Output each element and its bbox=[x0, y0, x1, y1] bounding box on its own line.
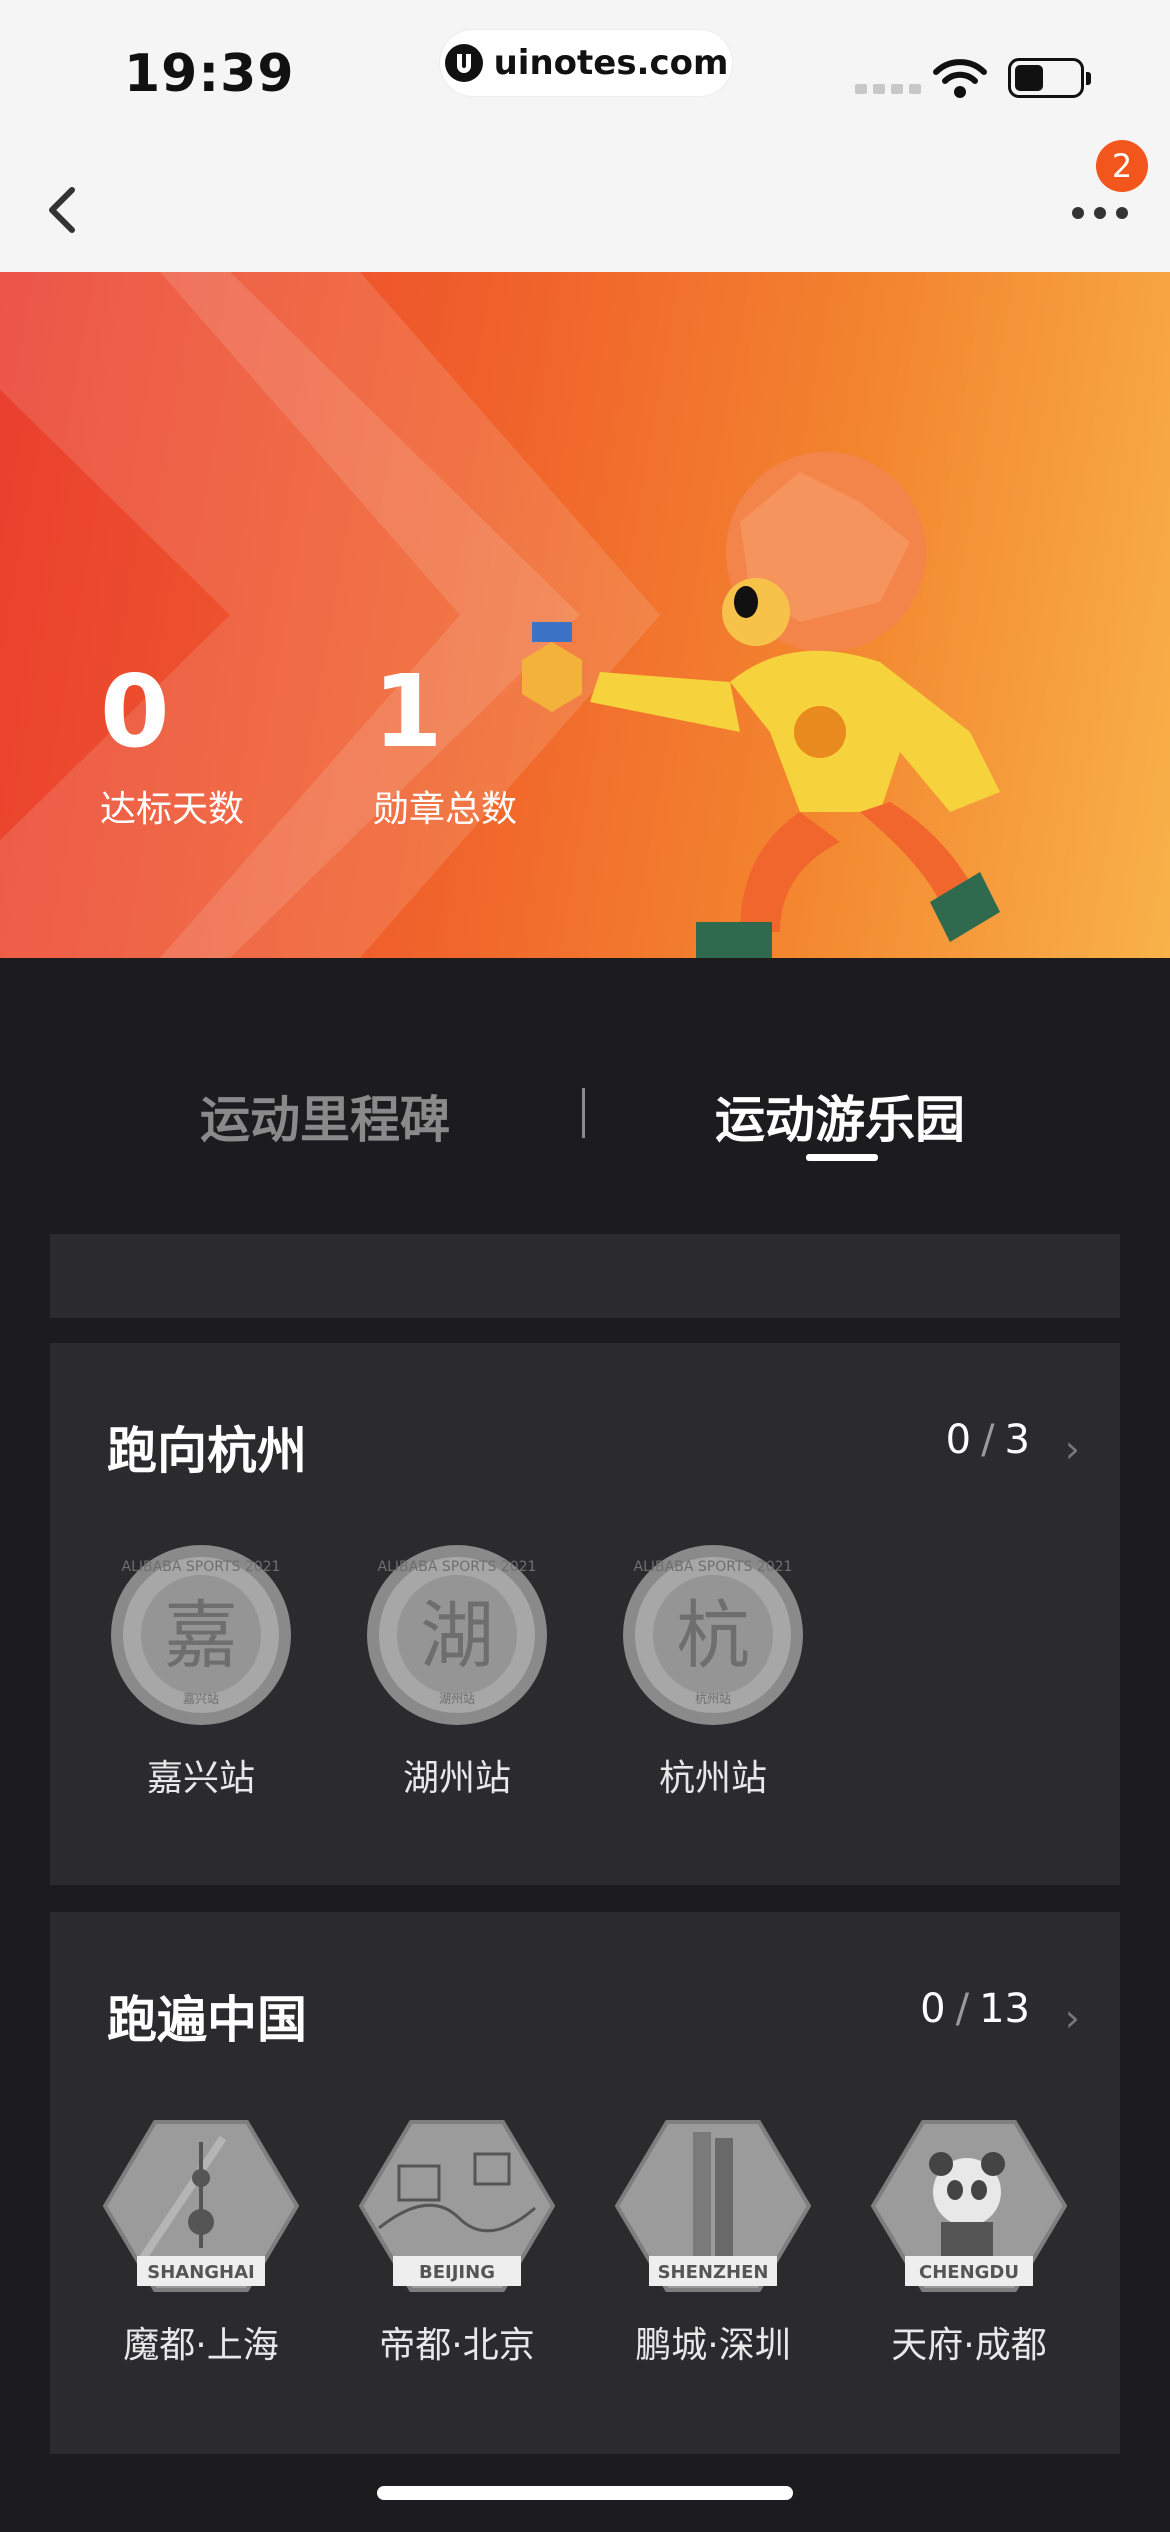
medal-shanghai[interactable]: SHANGHAI 魔都·上海 bbox=[101, 2118, 301, 2368]
city-medal-icon: BEIJING bbox=[358, 2120, 556, 2292]
medal-label: 杭州站 bbox=[658, 1758, 767, 1799]
section-run-to-hangzhou[interactable]: 跑向杭州 0/3 › ALIBABA SPORTS 2021 嘉 嘉兴站 嘉兴站… bbox=[50, 1343, 1120, 1885]
round-medal-icon: ALIBABA SPORTS 2021 嘉 嘉兴站 bbox=[111, 1545, 291, 1725]
active-tab-indicator bbox=[806, 1154, 878, 1161]
svg-text:SHENZHEN: SHENZHEN bbox=[658, 2262, 769, 2283]
svg-text:CHENGDU: CHENGDU bbox=[919, 2262, 1019, 2283]
cellular-signal-icon bbox=[855, 84, 921, 94]
chevron-right-icon[interactable]: › bbox=[1065, 1996, 1080, 2040]
svg-text:ALIBABA SPORTS 2021: ALIBABA SPORTS 2021 bbox=[378, 1559, 537, 1575]
wifi-icon bbox=[933, 59, 987, 98]
dot-icon bbox=[1072, 207, 1084, 219]
medal-huzhou[interactable]: ALIBABA SPORTS 2021 湖 湖州站 湖州站 bbox=[357, 1543, 557, 1801]
svg-text:杭: 杭 bbox=[676, 1593, 750, 1679]
url-pill[interactable]: uinotes.com bbox=[440, 30, 732, 96]
svg-text:BEIJING: BEIJING bbox=[419, 2262, 495, 2283]
round-medal-icon: ALIBABA SPORTS 2021 杭 杭州站 bbox=[623, 1545, 803, 1725]
svg-text:湖: 湖 bbox=[420, 1593, 494, 1679]
mascot-illustration bbox=[522, 452, 1000, 958]
svg-text:嘉: 嘉 bbox=[164, 1593, 238, 1679]
tab-playground[interactable]: 运动游乐园 bbox=[715, 1080, 965, 1152]
section-title: 跑向杭州 bbox=[107, 1422, 307, 1480]
tab-bar: 运动里程碑 运动游乐园 bbox=[0, 1050, 1170, 1161]
back-arrow-icon[interactable] bbox=[36, 180, 96, 240]
city-medal-icon: SHENZHEN bbox=[614, 2120, 812, 2292]
empty-card bbox=[50, 1234, 1120, 1318]
svg-text:SHANGHAI: SHANGHAI bbox=[147, 2262, 255, 2283]
section-progress: 0/3 bbox=[945, 1417, 1030, 1463]
medal-label: 魔都·上海 bbox=[123, 2325, 279, 2366]
round-medal-icon: ALIBABA SPORTS 2021 湖 湖州站 bbox=[367, 1545, 547, 1725]
section-progress: 0/13 bbox=[920, 1986, 1030, 2032]
nav-bar bbox=[0, 140, 1170, 272]
tab-divider bbox=[582, 1088, 585, 1138]
section-run-across-china[interactable]: 跑遍中国 0/13 › SHANGHAI 魔都·上海 BEIJING 帝都·北京 bbox=[50, 1912, 1120, 2454]
more-options-button[interactable] bbox=[1072, 198, 1136, 228]
svg-text:ALIBABA SPORTS 2021: ALIBABA SPORTS 2021 bbox=[122, 1559, 281, 1575]
city-medal-icon: SHANGHAI bbox=[102, 2120, 300, 2292]
stat-qualified-days: 0 达标天数 bbox=[100, 653, 245, 831]
hero-banner: 0 达标天数 1 勋章总数 bbox=[0, 272, 1170, 958]
medal-label: 天府·成都 bbox=[891, 2325, 1047, 2366]
medal-label: 鹏城·深圳 bbox=[635, 2325, 791, 2366]
dot-icon bbox=[1116, 207, 1128, 219]
chevron-right-icon[interactable]: › bbox=[1065, 1427, 1080, 1471]
status-time: 19:39 bbox=[124, 44, 295, 104]
medal-label: 湖州站 bbox=[402, 1758, 511, 1799]
site-logo-icon bbox=[444, 44, 483, 82]
dot-icon bbox=[1094, 207, 1106, 219]
svg-text:ALIBABA SPORTS 2021: ALIBABA SPORTS 2021 bbox=[634, 1559, 793, 1575]
medal-beijing[interactable]: BEIJING 帝都·北京 bbox=[357, 2118, 557, 2368]
status-bar: 19:39 uinotes.com bbox=[0, 0, 1170, 140]
svg-text:杭州站: 杭州站 bbox=[695, 1691, 731, 1706]
medal-shenzhen[interactable]: SHENZHEN 鹏城·深圳 bbox=[613, 2118, 813, 2368]
notification-badge: 2 bbox=[1096, 140, 1148, 192]
medal-jiaxing[interactable]: ALIBABA SPORTS 2021 嘉 嘉兴站 嘉兴站 bbox=[101, 1543, 301, 1801]
medal-hangzhou[interactable]: ALIBABA SPORTS 2021 杭 杭州站 杭州站 bbox=[613, 1543, 813, 1801]
battery-icon bbox=[1008, 58, 1091, 98]
medal-label: 帝都·北京 bbox=[379, 2325, 535, 2366]
svg-text:嘉兴站: 嘉兴站 bbox=[183, 1692, 219, 1706]
home-indicator[interactable] bbox=[377, 2486, 793, 2500]
stat-total-medals: 1 勋章总数 bbox=[373, 653, 518, 831]
city-medal-icon: CHENGDU bbox=[870, 2120, 1068, 2292]
tab-milestones[interactable]: 运动里程碑 bbox=[200, 1080, 450, 1152]
svg-text:湖州站: 湖州站 bbox=[439, 1691, 475, 1706]
medal-chengdu[interactable]: CHENGDU 天府·成都 bbox=[869, 2118, 1069, 2368]
medal-label: 嘉兴站 bbox=[146, 1758, 255, 1799]
url-text: uinotes.com bbox=[493, 43, 729, 83]
section-title: 跑遍中国 bbox=[107, 1991, 307, 2049]
